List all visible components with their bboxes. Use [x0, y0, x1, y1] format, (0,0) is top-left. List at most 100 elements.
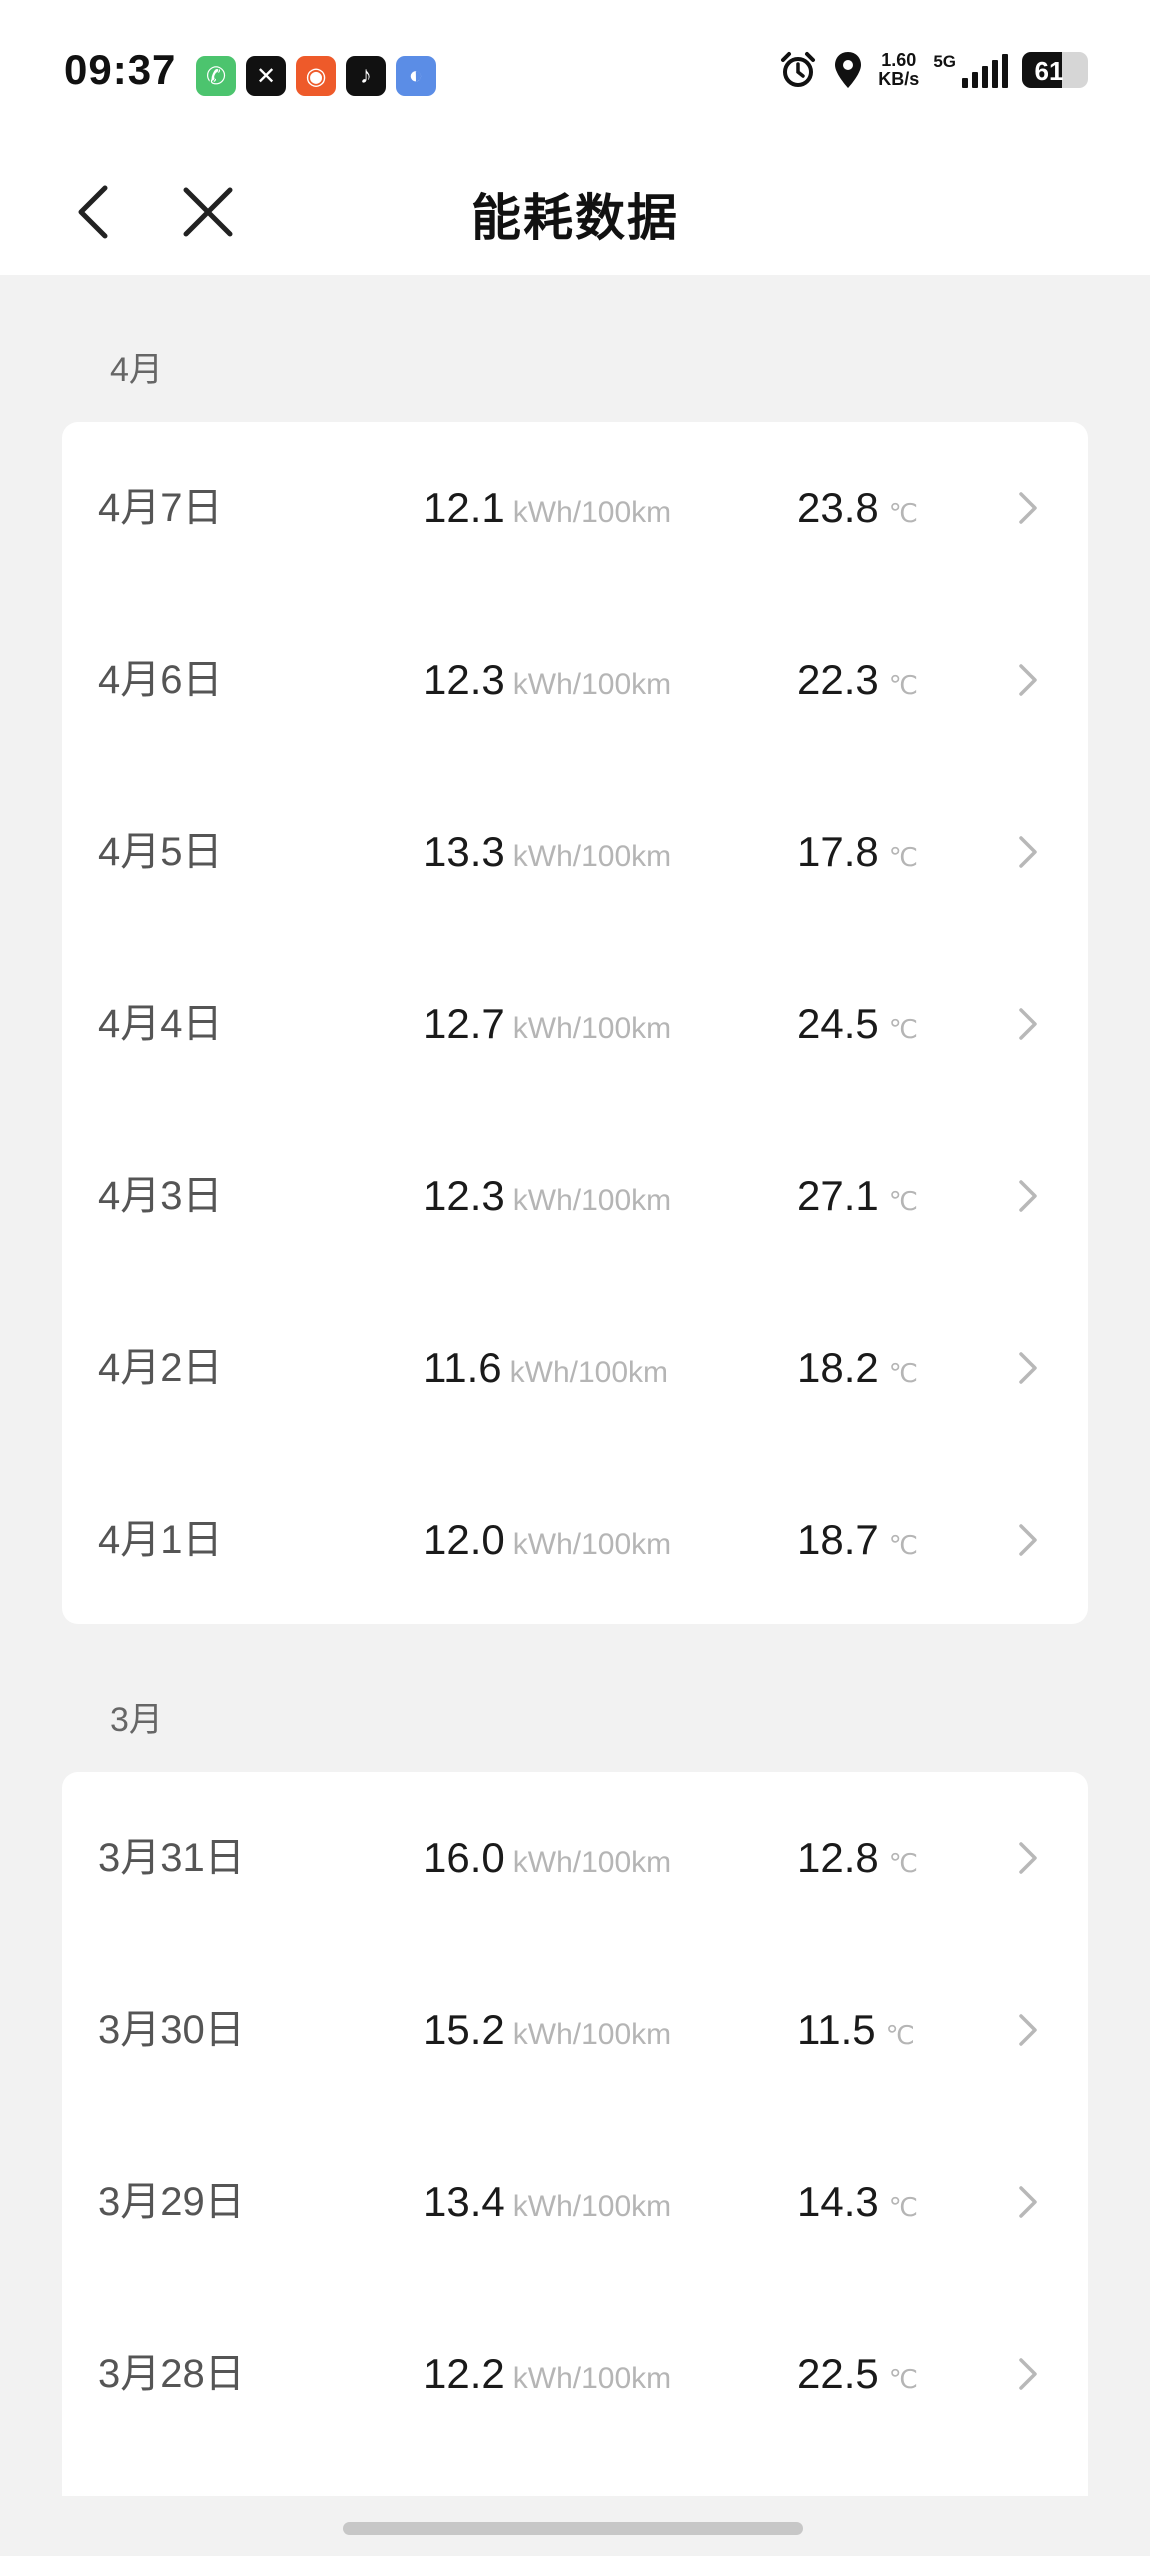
record-date: 4月2日 — [98, 1346, 223, 1390]
chevron-right-icon — [1019, 1008, 1037, 1040]
energy-unit: kWh/100km — [509, 1356, 669, 1389]
list-item[interactable]: 3月31日 16.0 kWh/100km 12.8 ℃ — [62, 1772, 1088, 1944]
network-speed: 1.60 KB/s — [878, 51, 919, 89]
system-icons: 1.60 KB/s 5G 61 — [778, 50, 1088, 90]
temperature-unit: ℃ — [888, 1530, 918, 1560]
energy-consumption: 13.4 kWh/100km — [423, 2116, 671, 2298]
battery-icon: 61 — [1022, 52, 1088, 88]
list-item[interactable]: 4月3日 12.3 kWh/100km 27.1 ℃ — [62, 1110, 1088, 1282]
energy-consumption: 15.2 kWh/100km — [423, 1944, 671, 2126]
record-date: 3月29日 — [98, 2180, 245, 2224]
battery-percentage: 61 — [1034, 56, 1064, 86]
page-title: 能耗数据 — [471, 190, 679, 246]
alarm-icon — [781, 52, 816, 87]
energy-unit: kWh/100km — [512, 496, 672, 529]
energy-consumption: 12.3 kWh/100km — [423, 1110, 671, 1292]
list-item[interactable]: 4月6日 12.3 kWh/100km 22.3 ℃ — [62, 594, 1088, 766]
list-item[interactable]: 3月29日 13.4 kWh/100km 14.3 ℃ — [62, 2116, 1088, 2288]
weather-app-icon: ◐ — [396, 56, 436, 96]
temperature: 17.8 ℃ — [797, 766, 918, 948]
record-date: 4月5日 — [98, 830, 223, 874]
energy-value: 12.3 — [423, 1172, 505, 1219]
temperature: 11.5 ℃ — [797, 1944, 915, 2126]
energy-value: 13.3 — [423, 828, 505, 875]
temperature-value: 24.5 — [797, 1000, 879, 1047]
energy-unit: kWh/100km — [512, 1012, 672, 1045]
capcut-app-icon: ✕ — [246, 56, 286, 96]
temperature-value: 14.3 — [797, 2178, 879, 2225]
list-item[interactable]: 4月7日 12.1 kWh/100km 23.8 ℃ — [62, 422, 1088, 594]
chevron-right-icon — [1019, 2186, 1037, 2218]
temperature: 23.8 ℃ — [797, 422, 918, 604]
energy-unit: kWh/100km — [512, 1184, 672, 1217]
notification-icons: ✆ ✕ ◉ ♪ ◐ — [196, 56, 436, 96]
energy-consumption: 13.3 kWh/100km — [423, 766, 671, 948]
energy-unit: kWh/100km — [512, 2362, 672, 2395]
temperature-unit: ℃ — [888, 670, 918, 700]
list-item[interactable]: 4月2日 11.6 kWh/100km 18.2 ℃ — [62, 1282, 1088, 1454]
chevron-right-icon — [1019, 1352, 1037, 1384]
chevron-right-icon — [1019, 492, 1037, 524]
temperature-unit: ℃ — [888, 2364, 918, 2394]
energy-value: 12.1 — [423, 484, 505, 531]
record-date: 3月31日 — [98, 1836, 245, 1880]
energy-unit: kWh/100km — [512, 668, 672, 701]
energy-value: 16.0 — [423, 1834, 505, 1881]
list-item[interactable]: 3月28日 12.2 kWh/100km 22.5 ℃ — [62, 2288, 1088, 2460]
temperature-value: 23.8 — [797, 484, 879, 531]
energy-consumption: 12.7 kWh/100km — [423, 938, 671, 1120]
chevron-right-icon — [1019, 664, 1037, 696]
energy-value: 12.7 — [423, 1000, 505, 1047]
energy-consumption: 12.1 kWh/100km — [423, 422, 671, 604]
home-indicator[interactable] — [343, 2522, 803, 2535]
chevron-right-icon — [1019, 2014, 1037, 2046]
chevron-right-icon — [1019, 1524, 1037, 1556]
temperature: 12.8 ℃ — [797, 1772, 918, 1954]
energy-unit: kWh/100km — [512, 2018, 672, 2051]
temperature-value: 18.7 — [797, 1516, 879, 1563]
status-time: 09:37 — [64, 46, 177, 93]
record-date: 4月1日 — [98, 1518, 223, 1562]
tiktok-app-icon: ♪ — [346, 56, 386, 96]
temperature-unit: ℃ — [885, 2020, 915, 2050]
record-date: 4月7日 — [98, 486, 223, 530]
navigation-bar: 能耗数据 — [0, 150, 1150, 275]
temperature-unit: ℃ — [888, 1014, 918, 1044]
energy-consumption: 12.2 kWh/100km — [423, 2288, 671, 2470]
phone-app-icon: ✆ — [196, 56, 236, 96]
energy-unit: kWh/100km — [512, 2190, 672, 2223]
location-icon — [835, 52, 862, 88]
energy-value: 15.2 — [423, 2006, 505, 2053]
list-item[interactable]: 3月30日 15.2 kWh/100km 11.5 ℃ — [62, 1944, 1088, 2116]
list-item[interactable]: 4月5日 13.3 kWh/100km 17.8 ℃ — [62, 766, 1088, 938]
record-date: 4月6日 — [98, 658, 223, 702]
signal-icon: 5G — [933, 52, 1008, 88]
temperature-unit: ℃ — [888, 498, 918, 528]
kuaishou-app-icon: ◉ — [296, 56, 336, 96]
energy-consumption: 11.6 kWh/100km — [423, 1282, 668, 1464]
temperature-unit: ℃ — [888, 1186, 918, 1216]
list-item[interactable]: 4月1日 12.0 kWh/100km 18.7 ℃ — [62, 1454, 1088, 1626]
network-speed-value: 1.60 — [881, 50, 917, 70]
energy-value: 12.3 — [423, 656, 505, 703]
energy-unit: kWh/100km — [512, 840, 672, 873]
april-records-card: 4月7日 12.1 kWh/100km 23.8 ℃ 4月6日 12.3 kWh/10… — [62, 422, 1088, 1624]
list-item[interactable]: 4月4日 12.7 kWh/100km 24.5 ℃ — [62, 938, 1088, 1110]
network-type: 5G — [933, 52, 956, 71]
record-date: 4月4日 — [98, 1002, 223, 1046]
energy-consumption: 16.0 kWh/100km — [423, 1772, 671, 1954]
temperature-unit: ℃ — [888, 1358, 918, 1388]
energy-unit: kWh/100km — [512, 1846, 672, 1879]
temperature-unit: ℃ — [888, 1848, 918, 1878]
record-date: 4月3日 — [98, 1174, 223, 1218]
temperature-unit: ℃ — [888, 2192, 918, 2222]
temperature: 18.7 ℃ — [797, 1454, 918, 1636]
temperature-unit: ℃ — [888, 842, 918, 872]
section-header-march: 3月 — [110, 1701, 163, 1739]
energy-value: 12.2 — [423, 2350, 505, 2397]
temperature: 14.3 ℃ — [797, 2116, 918, 2298]
record-date: 3月28日 — [98, 2352, 245, 2396]
temperature: 18.2 ℃ — [797, 1282, 918, 1464]
status-bar: 09:37 ✆ ✕ ◉ ♪ ◐ 1.60 KB/s 5G 61 — [0, 0, 1150, 150]
energy-value: 13.4 — [423, 2178, 505, 2225]
